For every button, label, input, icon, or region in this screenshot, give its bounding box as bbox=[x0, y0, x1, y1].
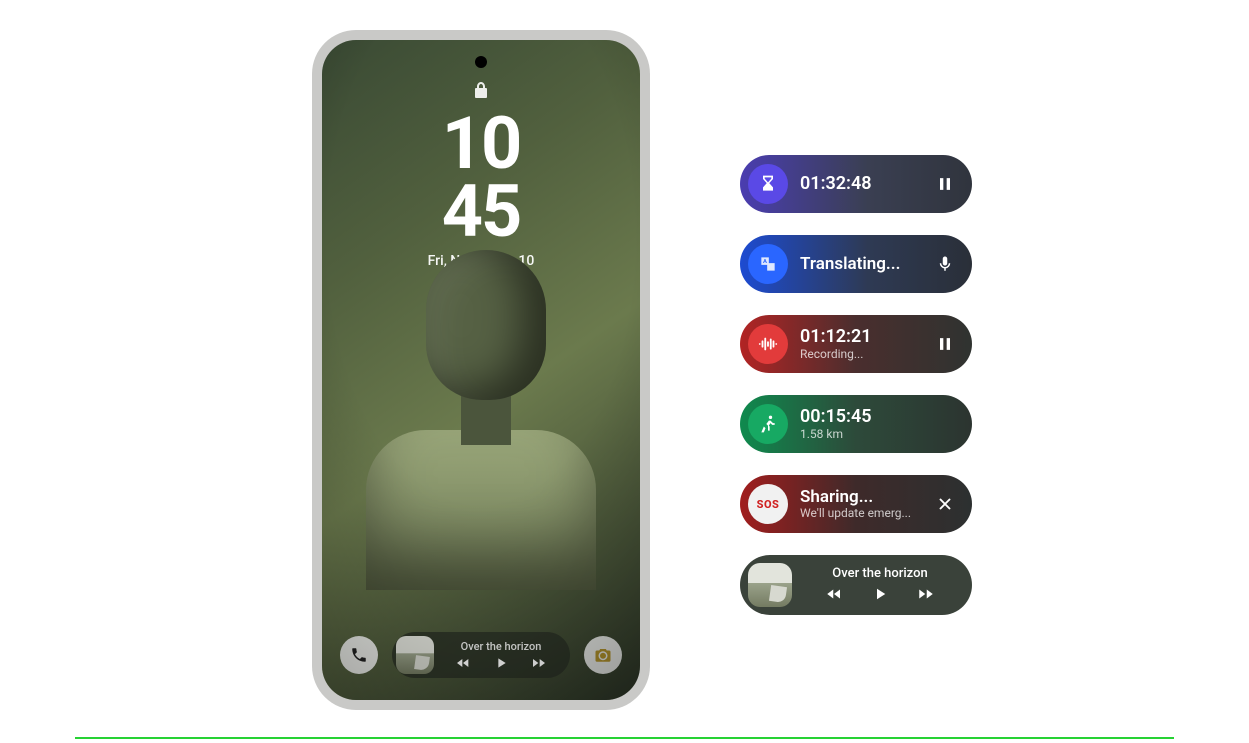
workout-distance: 1.58 km bbox=[800, 427, 956, 441]
waveform-icon bbox=[748, 324, 788, 364]
pill-recording[interactable]: 01:12:21 Recording... bbox=[740, 315, 972, 373]
clock-minutes: 45 bbox=[322, 178, 640, 246]
play-icon[interactable] bbox=[493, 655, 509, 671]
rewind-icon[interactable] bbox=[825, 585, 843, 603]
translate-label: Translating... bbox=[800, 255, 922, 274]
forward-icon[interactable] bbox=[531, 655, 547, 671]
live-activity-pills: 01:32:48 A Translating... 01:12:2 bbox=[740, 155, 972, 615]
album-art-icon bbox=[396, 636, 434, 674]
music-title: Over the horizon bbox=[832, 567, 927, 581]
pill-timer[interactable]: 01:32:48 bbox=[740, 155, 972, 213]
timer-value: 01:32:48 bbox=[800, 174, 922, 194]
lockscreen-music-widget[interactable]: Over the horizon bbox=[392, 632, 570, 678]
recording-status: Recording... bbox=[800, 347, 922, 361]
camera-hole bbox=[475, 56, 487, 68]
album-art-icon bbox=[748, 563, 792, 607]
workout-time: 00:15:45 bbox=[800, 407, 956, 427]
phone-mockup: 10 45 Fri, November 10 Over the horizon bbox=[312, 30, 650, 710]
forward-icon[interactable] bbox=[917, 585, 935, 603]
wallpaper-portrait bbox=[366, 250, 596, 580]
rewind-icon[interactable] bbox=[455, 655, 471, 671]
clock-hours: 10 bbox=[322, 110, 640, 178]
pill-workout[interactable]: 00:15:45 1.58 km bbox=[740, 395, 972, 453]
pause-icon[interactable] bbox=[934, 333, 956, 355]
sos-subtitle: We'll update emerg... bbox=[800, 506, 922, 520]
now-playing-title: Over the horizon bbox=[444, 640, 558, 653]
translate-icon: A bbox=[748, 244, 788, 284]
hourglass-icon bbox=[748, 164, 788, 204]
mic-icon[interactable] bbox=[934, 253, 956, 275]
lockscreen-clock: 10 45 Fri, November 10 bbox=[322, 110, 640, 269]
sos-icon: SOS bbox=[748, 484, 788, 524]
section-divider bbox=[75, 737, 1174, 739]
phone-shortcut-button[interactable] bbox=[340, 636, 378, 674]
close-icon[interactable] bbox=[934, 493, 956, 515]
pill-sos[interactable]: SOS Sharing... We'll update emerg... bbox=[740, 475, 972, 533]
running-icon bbox=[748, 404, 788, 444]
svg-text:A: A bbox=[763, 259, 767, 265]
pill-translate[interactable]: A Translating... bbox=[740, 235, 972, 293]
sos-title: Sharing... bbox=[800, 488, 922, 507]
phone-lockscreen: 10 45 Fri, November 10 Over the horizon bbox=[322, 40, 640, 700]
lock-icon bbox=[474, 82, 488, 98]
pill-music[interactable]: Over the horizon bbox=[740, 555, 972, 615]
clock-date: Fri, November 10 bbox=[322, 253, 640, 269]
play-icon[interactable] bbox=[871, 585, 889, 603]
pause-icon[interactable] bbox=[934, 173, 956, 195]
camera-shortcut-button[interactable] bbox=[584, 636, 622, 674]
recording-time: 01:12:21 bbox=[800, 327, 922, 347]
